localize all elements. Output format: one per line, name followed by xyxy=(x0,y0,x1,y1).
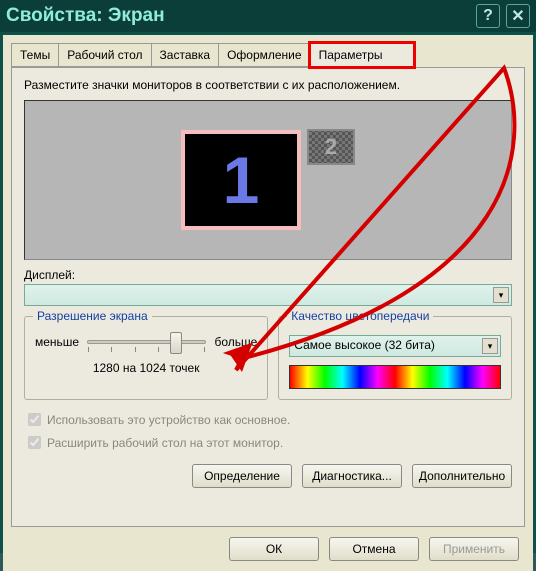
checkbox-extend-input xyxy=(28,436,41,449)
properties-dialog: Свойства: Экран ? ✕ Темы Рабочий стол За… xyxy=(0,0,536,553)
monitor-2[interactable]: 2 xyxy=(307,129,355,165)
tab-settings[interactable]: Параметры xyxy=(310,43,414,67)
window-title: Свойства: Экран xyxy=(6,5,476,27)
slider-label-more: больше xyxy=(214,335,257,349)
monitor-arrangement-box[interactable]: 1 2 xyxy=(24,100,512,260)
color-quality-combo[interactable]: Самое высокое (32 бита) ▾ xyxy=(289,335,501,357)
ok-button[interactable]: ОК xyxy=(229,537,319,561)
dialog-footer: ОК Отмена Применить xyxy=(3,535,533,571)
cancel-button[interactable]: Отмена xyxy=(329,537,419,561)
diagnose-button[interactable]: Диагностика... xyxy=(302,464,402,488)
resolution-value: 1280 на 1024 точек xyxy=(35,361,257,375)
instruction-text: Разместите значки мониторов в соответств… xyxy=(24,78,512,92)
resolution-slider[interactable] xyxy=(87,340,206,344)
color-spectrum-preview xyxy=(289,365,501,389)
tab-screensaver[interactable]: Заставка xyxy=(151,43,220,67)
quality-legend: Качество цветопередачи xyxy=(287,309,433,323)
slider-thumb[interactable] xyxy=(170,332,182,354)
monitor-2-number: 2 xyxy=(325,134,337,160)
tab-panel-settings: Разместите значки мониторов в соответств… xyxy=(11,67,525,527)
tab-themes[interactable]: Темы xyxy=(11,43,59,67)
color-quality-group: Качество цветопередачи Самое высокое (32… xyxy=(278,316,512,400)
display-combo[interactable]: ▾ xyxy=(24,284,512,306)
color-quality-value: Самое высокое (32 бита) xyxy=(294,338,435,352)
resolution-legend: Разрешение экрана xyxy=(33,309,152,323)
close-button[interactable]: ✕ xyxy=(506,4,530,28)
checkbox-primary-label: Использовать это устройство как основное… xyxy=(47,413,290,427)
checkbox-extend-label: Расширить рабочий стол на этот монитор. xyxy=(47,436,283,450)
checkbox-primary-input xyxy=(28,413,41,426)
tabstrip: Темы Рабочий стол Заставка Оформление Па… xyxy=(3,35,533,67)
slider-label-less: меньше xyxy=(35,335,79,349)
identify-button[interactable]: Определение xyxy=(192,464,292,488)
tab-desktop[interactable]: Рабочий стол xyxy=(58,43,151,67)
chevron-down-icon[interactable]: ▾ xyxy=(482,338,498,354)
display-label: Дисплей: xyxy=(24,268,512,282)
resolution-group: Разрешение экрана меньше больше 1280 на … xyxy=(24,316,268,400)
client-area: Темы Рабочий стол Заставка Оформление Па… xyxy=(3,35,533,550)
monitor-1[interactable]: 1 xyxy=(181,130,301,230)
chevron-down-icon[interactable]: ▾ xyxy=(493,287,509,303)
tab-appearance[interactable]: Оформление xyxy=(218,43,310,67)
advanced-button[interactable]: Дополнительно xyxy=(412,464,512,488)
checkbox-primary-device: Использовать это устройство как основное… xyxy=(24,410,512,429)
help-button[interactable]: ? xyxy=(476,4,500,28)
checkbox-extend-desktop: Расширить рабочий стол на этот монитор. xyxy=(24,433,512,452)
titlebar: Свойства: Экран ? ✕ xyxy=(0,0,536,32)
monitor-1-number: 1 xyxy=(223,142,260,218)
apply-button: Применить xyxy=(429,537,519,561)
